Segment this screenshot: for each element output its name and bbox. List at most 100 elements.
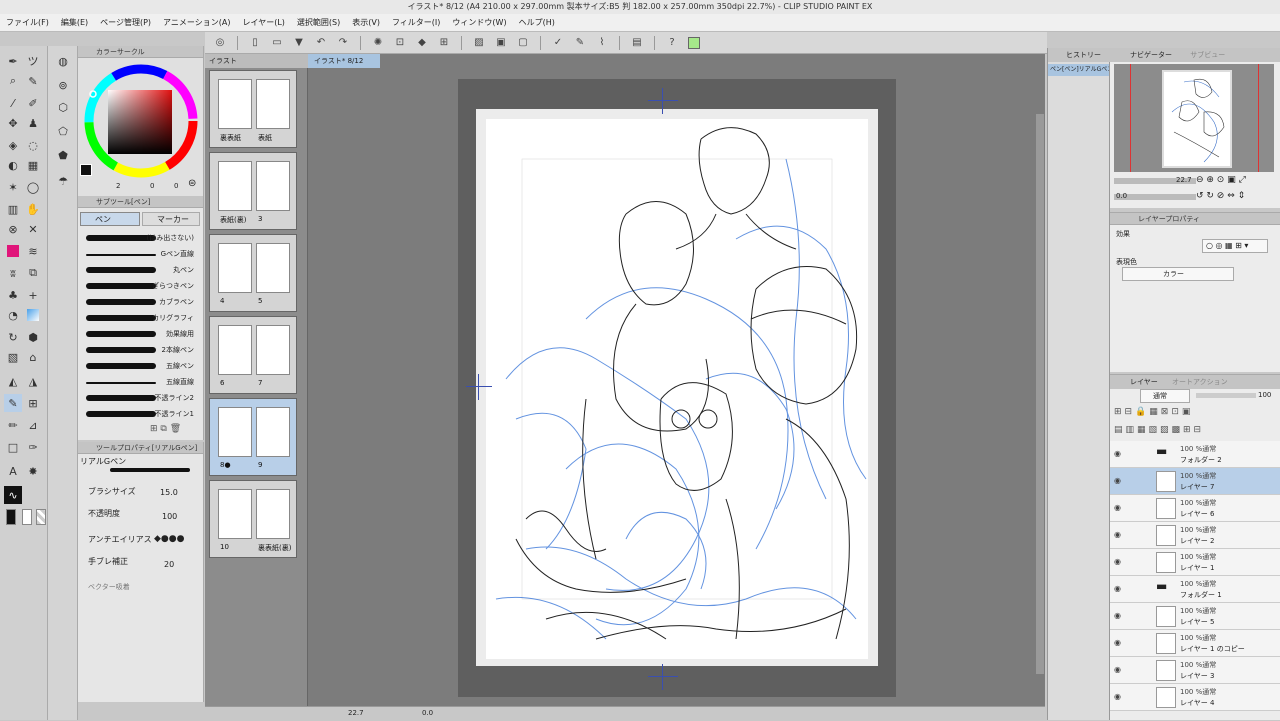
eyedropper-icon[interactable]: ⁄: [4, 94, 22, 112]
page-thumbnail[interactable]: [218, 489, 252, 539]
page-thumbnail[interactable]: [256, 161, 290, 211]
blend-icon[interactable]: ◔: [4, 306, 22, 324]
layer-tab[interactable]: レイヤー: [1130, 378, 1158, 386]
vertical-scrollbar[interactable]: [1036, 114, 1044, 674]
pen-active-icon[interactable]: ✎: [4, 394, 22, 412]
blue-gradient-icon[interactable]: [24, 306, 42, 324]
visibility-eye-icon[interactable]: ◉: [1114, 449, 1124, 459]
plus-icon[interactable]: +: [24, 286, 42, 304]
zoom-icon[interactable]: ⌕: [4, 72, 22, 90]
figure-icon[interactable]: ♣: [4, 286, 22, 304]
page-thumbnail[interactable]: [218, 407, 252, 457]
blur-icon[interactable]: ⬟: [54, 146, 72, 164]
page-thumbnail[interactable]: [256, 79, 290, 129]
page-thumbnail[interactable]: [256, 325, 290, 375]
line-icon[interactable]: ∿: [4, 486, 22, 504]
fill-icon[interactable]: ◆: [413, 35, 431, 51]
paper[interactable]: [486, 119, 868, 659]
frame-icon[interactable]: ⊞: [24, 394, 42, 412]
sparkle-icon[interactable]: ✸: [24, 462, 42, 480]
tab-marker[interactable]: マーカー: [142, 212, 200, 226]
page-spread[interactable]: 67: [209, 316, 297, 394]
undo-icon[interactable]: ↶: [312, 35, 330, 51]
brush-item[interactable]: 五線ペン: [80, 358, 198, 374]
color-swatch-icon[interactable]: [685, 35, 703, 51]
hand-icon[interactable]: ✋: [24, 200, 42, 218]
brush-item[interactable]: 不透ライン1: [80, 406, 198, 422]
page-thumbnail[interactable]: [218, 325, 252, 375]
invert-selection-icon[interactable]: ▣: [492, 35, 510, 51]
brush-item[interactable]: カリグラフィ: [80, 310, 198, 326]
grass-icon[interactable]: ʬ: [4, 264, 22, 282]
subview-tab[interactable]: サブビュー: [1190, 51, 1225, 59]
droplet-icon[interactable]: ☂: [54, 172, 72, 190]
visibility-eye-icon[interactable]: ◉: [1114, 611, 1124, 621]
brush-item[interactable]: 丸ペン: [80, 262, 198, 278]
pen-alt-icon[interactable]: ✐: [24, 94, 42, 112]
layer-folder-row[interactable]: ◉ ▬ 100 %通常 フォルダー 2: [1110, 441, 1280, 468]
autoaction-tab[interactable]: オートアクション: [1172, 378, 1228, 386]
brush-stroke-icon[interactable]: ≋: [24, 242, 42, 260]
layer-row[interactable]: ◉ 100 %通常 レイヤー 6: [1110, 495, 1280, 522]
open-folder-icon[interactable]: ▭: [268, 35, 286, 51]
fill-bucket-icon[interactable]: ◈: [4, 136, 22, 154]
magic-wand-icon[interactable]: ✶: [4, 178, 22, 196]
house-icon[interactable]: ⌂: [24, 348, 42, 366]
brush-item[interactable]: 2本線ペン: [80, 342, 198, 358]
marker-icon[interactable]: ✑: [24, 438, 42, 456]
effect-buttons[interactable]: ○ ◎ ▦ ⊞ ▾: [1202, 239, 1268, 253]
layer-row[interactable]: ◉ 100 %通常 レイヤー 1 のコピー: [1110, 630, 1280, 657]
brush-item[interactable]: カブラペン: [80, 294, 198, 310]
vector-snap-label[interactable]: ベクター吸着: [88, 582, 130, 592]
layer-row[interactable]: ◉ 100 %通常 レイヤー 1: [1110, 549, 1280, 576]
page-spread[interactable]: 45: [209, 234, 297, 312]
page-thumbnail[interactable]: [218, 243, 252, 293]
menu-animation[interactable]: アニメーション(A): [163, 17, 230, 28]
brush-item[interactable]: 不透ライン2: [80, 390, 198, 406]
zoom-value[interactable]: 22.7: [348, 709, 364, 717]
main-color-swatch[interactable]: [80, 164, 92, 176]
page-tab[interactable]: イラスト: [205, 54, 308, 68]
transform-icon[interactable]: ⊞: [435, 35, 453, 51]
brush-pen-icon[interactable]: ✎: [24, 72, 42, 90]
deselect-icon[interactable]: ▨: [470, 35, 488, 51]
expression-select[interactable]: カラー: [1122, 267, 1234, 281]
visibility-eye-icon[interactable]: ◉: [1114, 638, 1124, 648]
layer-opacity-slider[interactable]: [1196, 393, 1256, 398]
selection-box-icon[interactable]: ▢: [514, 35, 532, 51]
navigator-zoom[interactable]: 22.7: [1176, 176, 1192, 184]
menu-edit[interactable]: 編集(E): [61, 17, 88, 28]
layer-row[interactable]: ◉ 100 %通常 レイヤー 4: [1110, 684, 1280, 711]
menu-layer[interactable]: レイヤー(L): [242, 17, 284, 28]
opacity-value[interactable]: 100: [162, 512, 177, 521]
menu-selection[interactable]: 選択範囲(S): [297, 17, 340, 28]
page-thumbnail[interactable]: [256, 243, 290, 293]
circle-tool-icon[interactable]: ◍: [54, 52, 72, 70]
redo-icon[interactable]: ↷: [334, 35, 352, 51]
record-icon[interactable]: ⊚: [54, 76, 72, 94]
app-icon[interactable]: ◎: [211, 35, 229, 51]
visibility-eye-icon[interactable]: ◉: [1114, 530, 1124, 540]
gradient-icon[interactable]: ▦: [24, 156, 42, 174]
angle-value[interactable]: 0.0: [422, 709, 433, 717]
grid-icon[interactable]: ⊗: [4, 220, 22, 238]
canvas-tab[interactable]: イラスト* 8/12: [308, 54, 380, 68]
layer-opacity-value[interactable]: 100: [1258, 391, 1271, 399]
layer-folder-row[interactable]: ◉ ▬ 100 %通常 フォルダー 1: [1110, 576, 1280, 603]
brush-item[interactable]: Gペン直線: [80, 246, 198, 262]
cube-icon[interactable]: ⬡: [54, 98, 72, 116]
visibility-eye-icon[interactable]: ◉: [1114, 665, 1124, 675]
page-spread[interactable]: 10 裏表紙(裏): [209, 480, 297, 558]
page-thumbnail[interactable]: [256, 489, 290, 539]
lasso-icon[interactable]: ◌: [24, 136, 42, 154]
stabilize-value[interactable]: 20: [164, 560, 174, 569]
layer-row[interactable]: ◉ 100 %通常 レイヤー 3: [1110, 657, 1280, 684]
color-mode-icon[interactable]: ⊜: [188, 178, 196, 189]
drop-icon[interactable]: ⬠: [54, 122, 72, 140]
page-thumbnail[interactable]: [256, 407, 290, 457]
layer-row[interactable]: ◉ 100 %通常 レイヤー 5: [1110, 603, 1280, 630]
layer-actions-icon[interactable]: ▤▥▦▧▨▩⊞⊟: [1114, 425, 1204, 435]
brush-item[interactable]: 効果線用: [80, 326, 198, 342]
shape-icon[interactable]: ⬢: [24, 328, 42, 346]
stroke-icon[interactable]: ⌇: [593, 35, 611, 51]
